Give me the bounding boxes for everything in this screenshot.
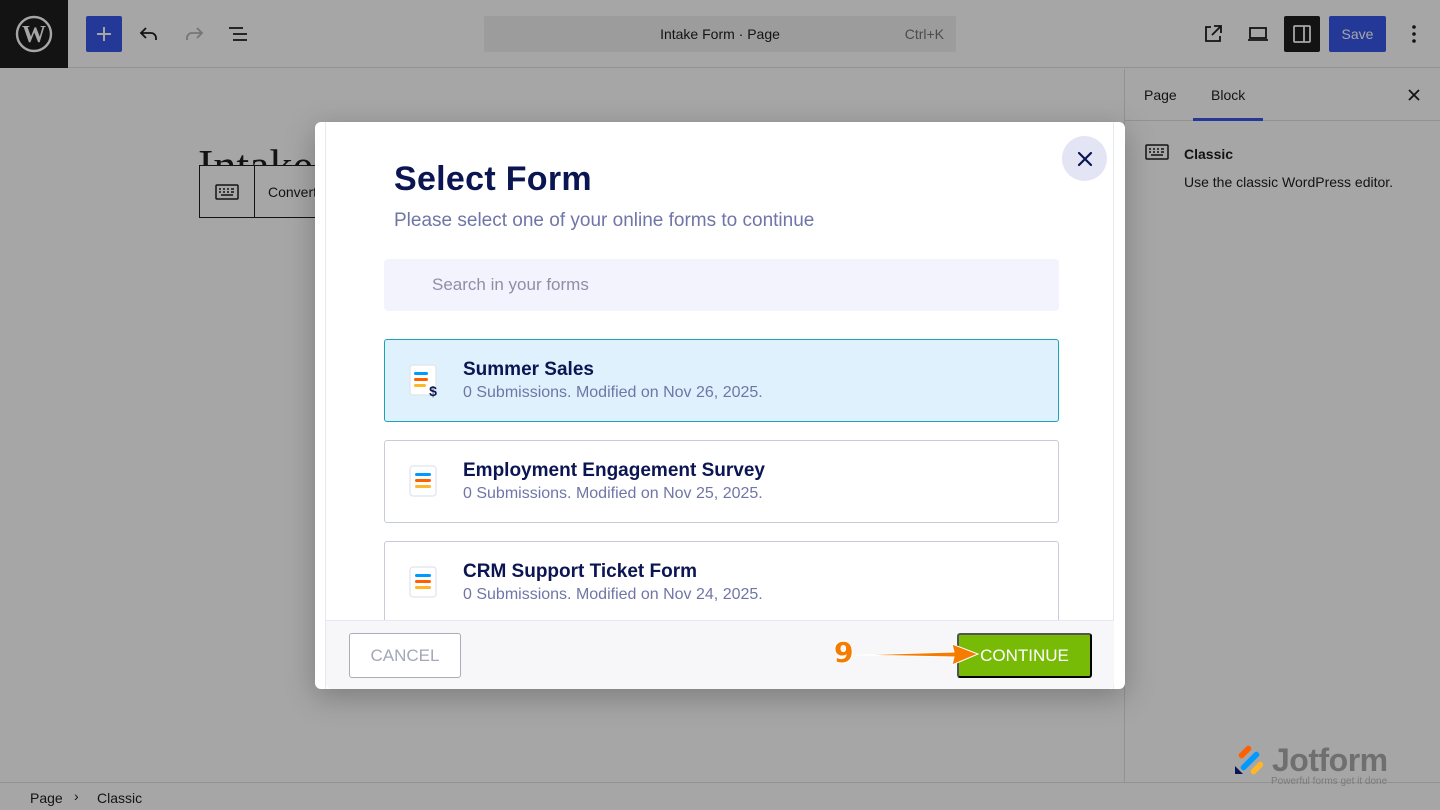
form-title: Summer Sales bbox=[463, 359, 594, 380]
close-modal-button[interactable] bbox=[1062, 136, 1107, 181]
cancel-button[interactable]: CANCEL bbox=[349, 633, 461, 678]
search-input[interactable] bbox=[432, 259, 1032, 311]
form-title: CRM Support Ticket Form bbox=[463, 561, 697, 582]
form-list-item[interactable]: CRM Support Ticket Form 0 Submissions. M… bbox=[384, 541, 1059, 624]
form-meta: 0 Submissions. Modified on Nov 25, 2025. bbox=[463, 485, 763, 502]
form-icon bbox=[409, 465, 437, 497]
step-number-label: 9 bbox=[834, 636, 854, 669]
form-title: Employment Engagement Survey bbox=[463, 460, 765, 481]
form-meta: 0 Submissions. Modified on Nov 26, 2025. bbox=[463, 384, 763, 401]
modal-subtitle: Please select one of your online forms t… bbox=[394, 210, 815, 231]
jotform-tagline: Powerful forms get it done bbox=[1271, 776, 1388, 787]
form-list-item[interactable]: $ Summer Sales 0 Submissions. Modified o… bbox=[384, 339, 1059, 422]
form-meta: 0 Submissions. Modified on Nov 24, 2025. bbox=[463, 586, 763, 603]
modal-footer: CANCEL CONTINUE bbox=[326, 620, 1114, 689]
form-list-item[interactable]: Employment Engagement Survey 0 Submissio… bbox=[384, 440, 1059, 523]
jotform-brand: Jotform bbox=[1272, 742, 1388, 778]
modal-title: Select Form bbox=[394, 160, 592, 198]
svg-text:$: $ bbox=[429, 383, 437, 398]
search-box bbox=[384, 259, 1059, 311]
payment-form-icon: $ bbox=[409, 364, 437, 398]
close-icon bbox=[1077, 151, 1092, 166]
modal-body: Select Form Please select one of your on… bbox=[325, 122, 1114, 689]
select-form-modal: Select Form Please select one of your on… bbox=[315, 122, 1125, 689]
form-icon bbox=[409, 566, 437, 598]
jotform-logo-icon bbox=[1235, 745, 1263, 775]
pointer-arrow-icon bbox=[855, 643, 980, 666]
